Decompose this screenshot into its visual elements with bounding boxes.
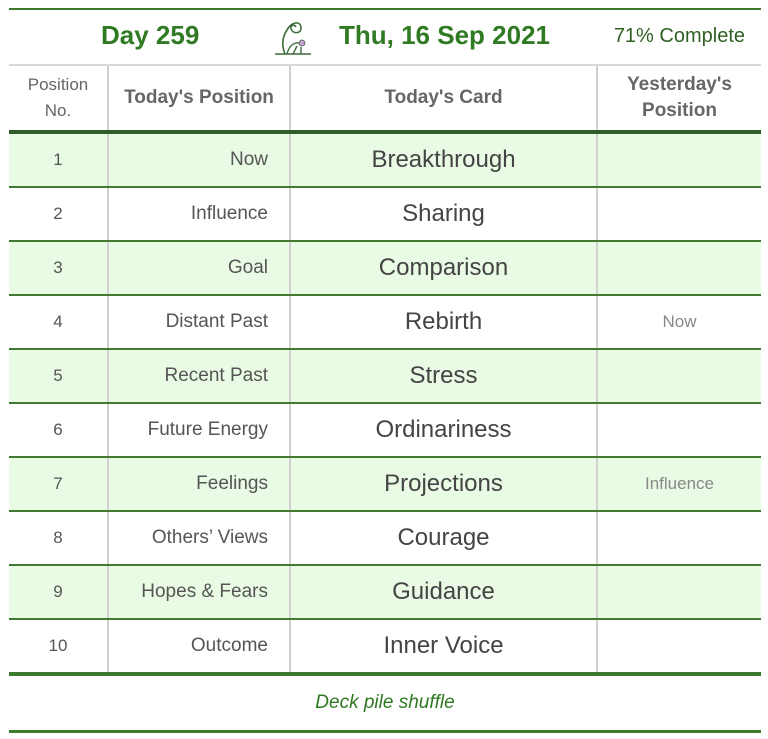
position-no: 2 [9,187,109,242]
table-row: 6 Future Energy Ordinariness [9,403,761,458]
todays-position: Now [108,132,291,188]
todays-position: Influence [108,187,291,242]
position-no: 9 [9,565,109,620]
todays-position: Feelings [108,457,291,512]
todays-position: Recent Past [108,349,291,404]
todays-position: Future Energy [108,403,291,458]
col-header-todays-card: Today's Card [290,66,598,134]
reading-sheet: Day 259 Thu, 16 Sep 2021 71% Complete Po… [9,8,761,733]
todays-position: Others’ Views [108,511,291,566]
position-no: 7 [9,457,109,512]
position-no: 5 [9,349,109,404]
todays-card[interactable]: Projections [290,457,598,512]
yesterdays-position [597,511,761,566]
todays-card[interactable]: Courage [290,511,598,566]
position-no: 8 [9,511,109,566]
todays-position: Distant Past [108,295,291,350]
todays-card[interactable]: Guidance [290,565,598,620]
position-no: 1 [9,132,109,188]
todays-position: Goal [108,241,291,296]
progress-label: 71% Complete [613,25,745,47]
col-header-todays-position: Today's Position [108,66,291,134]
table-row: 1 Now Breakthrough [9,132,761,188]
yesterdays-position [597,187,761,242]
todays-card[interactable]: Sharing [290,187,598,242]
figure-logo-icon [275,22,311,55]
yesterdays-position [597,241,761,296]
yesterdays-position: Influence [597,457,761,512]
table-row: 10 Outcome Inner Voice [9,619,761,676]
todays-card[interactable]: Stress [290,349,598,404]
col-header-yesterdays-position: Yesterday's Position [597,66,761,134]
yesterdays-position: Now [597,295,761,350]
todays-card[interactable]: Inner Voice [290,619,598,676]
day-counter: Day 259 [101,20,200,50]
table-row: 7 Feelings Projections Influence [9,457,761,512]
table-row: 4 Distant Past Rebirth Now [9,295,761,350]
deck-pile-shuffle-link[interactable]: Deck pile shuffle [9,676,761,733]
table-row: 2 Influence Sharing [9,187,761,242]
table-row: 3 Goal Comparison [9,241,761,296]
yesterdays-position [597,349,761,404]
todays-position: Hopes & Fears [108,565,291,620]
header: Day 259 Thu, 16 Sep 2021 71% Complete [9,10,761,66]
position-no: 4 [9,295,109,350]
yesterdays-position [597,565,761,620]
table-row: 5 Recent Past Stress [9,349,761,404]
spread-table: Position No. Today's Position Today's Car… [9,66,761,676]
col-header-position-no: Position No. [9,66,109,134]
table-header-row: Position No. Today's Position Today's Car… [9,66,761,134]
todays-card[interactable]: Breakthrough [290,132,598,188]
yesterdays-position [597,403,761,458]
position-no: 10 [9,619,109,676]
position-no: 3 [9,241,109,296]
todays-card[interactable]: Rebirth [290,295,598,350]
table-row: 8 Others’ Views Courage [9,511,761,566]
todays-card[interactable]: Comparison [290,241,598,296]
yesterdays-position [597,132,761,188]
todays-card[interactable]: Ordinariness [290,403,598,458]
table-row: 9 Hopes & Fears Guidance [9,565,761,620]
yesterdays-position [597,619,761,676]
todays-position: Outcome [108,619,291,676]
date-label: Thu, 16 Sep 2021 [339,20,550,50]
position-no: 6 [9,403,109,458]
